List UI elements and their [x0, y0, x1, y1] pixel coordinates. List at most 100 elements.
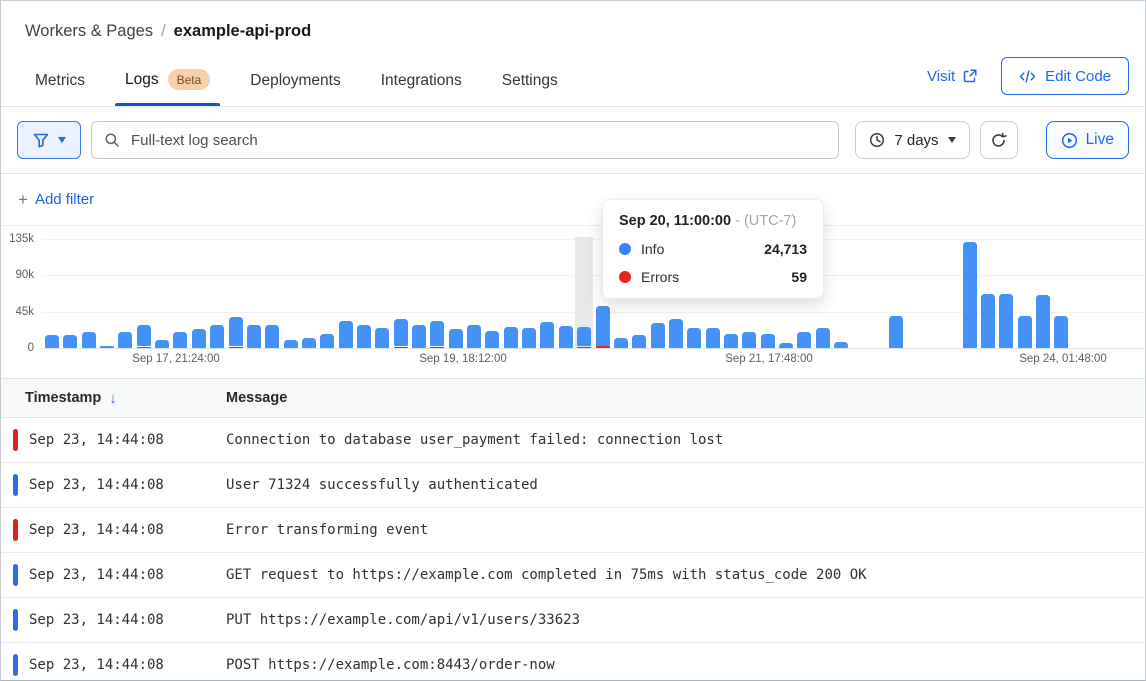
- chart-bar-info[interactable]: [742, 332, 756, 348]
- chart-bar-info[interactable]: [577, 327, 591, 347]
- log-row[interactable]: Sep 23, 14:44:08PUT https://example.com/…: [1, 598, 1145, 643]
- tab-logs[interactable]: Logs Beta: [125, 69, 210, 106]
- x-axis-label: Sep 19, 18:12:00: [388, 353, 538, 365]
- chart-bar-info[interactable]: [63, 335, 77, 348]
- chart-bar-errors[interactable]: [577, 347, 591, 349]
- chart-bar-errors[interactable]: [394, 347, 408, 349]
- chart-bar-info[interactable]: [394, 319, 408, 346]
- chart-bar-info[interactable]: [834, 342, 848, 348]
- chart-bar-errors[interactable]: [430, 347, 444, 349]
- chart-bar-info[interactable]: [651, 323, 665, 348]
- breadcrumb-current: example-api-prod: [174, 22, 312, 40]
- tab-metrics[interactable]: Metrics: [35, 71, 85, 106]
- chart-bar-info[interactable]: [1054, 316, 1068, 348]
- sort-descending-icon[interactable]: ↓: [109, 390, 117, 407]
- tab-deployments[interactable]: Deployments: [250, 71, 340, 106]
- chart-bar-info[interactable]: [100, 346, 114, 348]
- breadcrumb: Workers & Pages/example-api-prod: [1, 1, 1145, 41]
- tooltip-time: Sep 20, 11:00:00: [619, 213, 731, 229]
- chart-bar-info[interactable]: [1036, 295, 1050, 348]
- log-message: GET request to https://example.com compl…: [226, 567, 1145, 583]
- chart-bar-info[interactable]: [284, 340, 298, 348]
- visit-label: Visit: [927, 68, 955, 85]
- chart-bar-info[interactable]: [797, 332, 811, 348]
- chart-bar-info[interactable]: [963, 242, 977, 348]
- chart-bar-info[interactable]: [687, 328, 701, 348]
- tab-integrations[interactable]: Integrations: [381, 71, 462, 106]
- time-range-label: 7 days: [894, 132, 938, 149]
- column-header-timestamp[interactable]: Timestamp ↓: [1, 390, 226, 407]
- live-button[interactable]: Live: [1046, 121, 1129, 159]
- chart-bar-info[interactable]: [430, 321, 444, 347]
- chart-bar-errors[interactable]: [596, 346, 610, 348]
- chart-bar-info[interactable]: [82, 332, 96, 348]
- chart-bar-info[interactable]: [706, 328, 720, 348]
- chart-bar-info[interactable]: [779, 343, 793, 348]
- chart-bar-info[interactable]: [669, 319, 683, 348]
- chart-bar-info[interactable]: [412, 325, 426, 348]
- chart-bar-info[interactable]: [155, 340, 169, 348]
- breadcrumb-root-link[interactable]: Workers & Pages: [25, 22, 153, 40]
- tooltip-info-row: Info 24,713: [619, 241, 807, 257]
- search-input[interactable]: [129, 131, 826, 150]
- visit-link[interactable]: Visit: [927, 68, 977, 85]
- chart-bar-info[interactable]: [173, 332, 187, 348]
- chart-bar-info[interactable]: [302, 338, 316, 348]
- chart-bar-info[interactable]: [614, 338, 628, 348]
- log-level-indicator: [13, 564, 18, 586]
- time-range-button[interactable]: 7 days: [855, 121, 969, 159]
- chart-bar-info[interactable]: [320, 334, 334, 348]
- chart-bar-info[interactable]: [1018, 316, 1032, 348]
- log-level-indicator: [13, 519, 18, 541]
- log-row[interactable]: Sep 23, 14:44:08User 71324 successfully …: [1, 463, 1145, 508]
- chart-bar-info[interactable]: [724, 334, 738, 348]
- chart-bar-info[interactable]: [522, 328, 536, 348]
- tab-settings[interactable]: Settings: [502, 71, 558, 106]
- log-row[interactable]: Sep 23, 14:44:08Error transforming event: [1, 508, 1145, 553]
- play-circle-icon: [1061, 132, 1078, 149]
- y-axis-label: 135k: [9, 233, 34, 245]
- chart-bar-info[interactable]: [485, 331, 499, 348]
- column-header-message[interactable]: Message: [226, 390, 1145, 406]
- chart-bar-info[interactable]: [540, 322, 554, 348]
- chart-bar-info[interactable]: [889, 316, 903, 348]
- chart-bar-info[interactable]: [761, 334, 775, 348]
- chart-bar-info[interactable]: [504, 327, 518, 348]
- edit-code-button[interactable]: Edit Code: [1001, 57, 1129, 95]
- errors-label: Errors: [641, 269, 679, 285]
- chart-bar-info[interactable]: [449, 329, 463, 348]
- refresh-icon: [990, 132, 1007, 149]
- add-filter-button[interactable]: + Add filter: [18, 191, 94, 208]
- chart-bar-info[interactable]: [265, 325, 279, 348]
- chart-bar-info[interactable]: [981, 294, 995, 348]
- refresh-button[interactable]: [980, 121, 1018, 159]
- chart-bar-info[interactable]: [192, 329, 206, 348]
- log-row[interactable]: Sep 23, 14:44:08GET request to https://e…: [1, 553, 1145, 598]
- log-row[interactable]: Sep 23, 14:44:08POST https://example.com…: [1, 643, 1145, 681]
- tooltip-errors-row: Errors 59: [619, 269, 807, 285]
- chart-bar-info[interactable]: [339, 321, 353, 348]
- info-value: 24,713: [764, 241, 807, 257]
- log-row[interactable]: Sep 23, 14:44:08Connection to database u…: [1, 418, 1145, 463]
- chart-bar-errors[interactable]: [229, 347, 243, 349]
- filter-bar: 7 days Live: [1, 107, 1145, 174]
- chart-bar-info[interactable]: [999, 294, 1013, 348]
- log-level-indicator: [13, 474, 18, 496]
- chart-bar-info[interactable]: [210, 325, 224, 348]
- chart-bar-info[interactable]: [247, 325, 261, 348]
- chart-bar-info[interactable]: [357, 325, 371, 348]
- chart-bar-info[interactable]: [137, 325, 151, 347]
- chart-bar-info[interactable]: [559, 326, 573, 348]
- chart-bar-info[interactable]: [118, 332, 132, 348]
- chart-bar-info[interactable]: [467, 325, 481, 348]
- chart-bar-info[interactable]: [229, 317, 243, 346]
- filter-dropdown-button[interactable]: [17, 121, 81, 159]
- chart-bar-info[interactable]: [375, 328, 389, 348]
- chart-bar-errors[interactable]: [137, 347, 151, 349]
- log-message: Error transforming event: [226, 522, 1145, 538]
- chart-bar-info[interactable]: [596, 306, 610, 346]
- chart-bar-info[interactable]: [45, 335, 59, 348]
- chart-bar-info[interactable]: [632, 335, 646, 348]
- table-header: Timestamp ↓ Message: [1, 378, 1145, 418]
- chart-bar-info[interactable]: [816, 328, 830, 348]
